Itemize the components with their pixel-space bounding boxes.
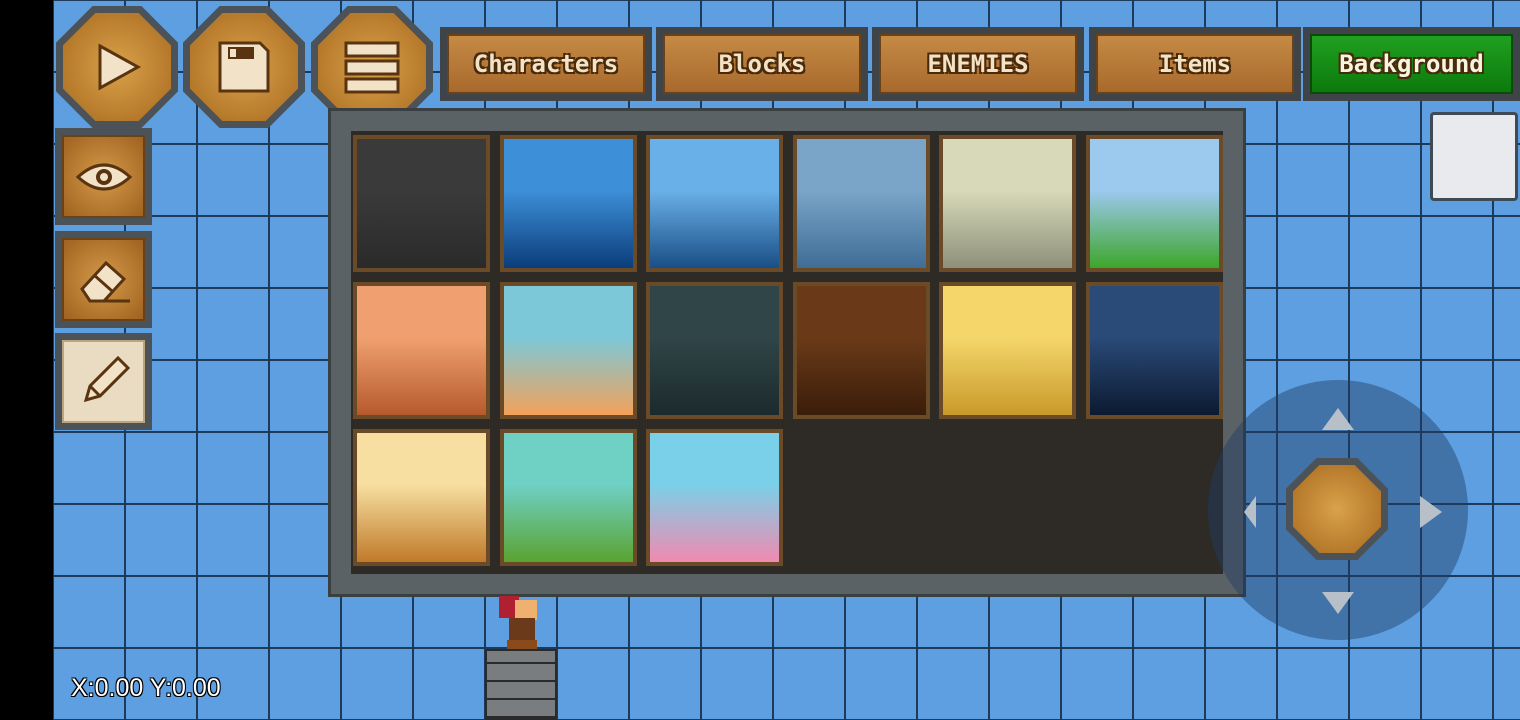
background-thumb-brown-moon-forest[interactable]: [792, 282, 930, 419]
background-picker-panel: [328, 108, 1246, 597]
eye-icon: [75, 163, 132, 190]
view-tool-button[interactable]: [55, 128, 152, 225]
menu-icon: [344, 41, 400, 94]
background-image: [503, 433, 633, 562]
background-thumb-blue-cave[interactable]: [1086, 282, 1223, 419]
background-thumb-green-meadow[interactable]: [1086, 135, 1223, 272]
background-image: [650, 433, 780, 562]
joystick[interactable]: [1208, 380, 1468, 640]
pencil-icon: [83, 355, 130, 402]
background-image: [650, 139, 780, 268]
background-image: [943, 286, 1073, 415]
background-image: [943, 139, 1073, 268]
arrow-down-icon[interactable]: [1322, 592, 1354, 614]
background-thumb-green-hills[interactable]: [499, 429, 637, 566]
eraser-icon: [79, 260, 130, 302]
tab-characters[interactable]: Characters: [440, 27, 652, 101]
background-thumb-dead-trees[interactable]: [939, 135, 1077, 272]
stone-block[interactable]: [485, 649, 557, 720]
tab-blocks[interactable]: Blocks: [656, 27, 868, 101]
tab-items[interactable]: Items: [1089, 27, 1301, 101]
arrow-right-icon[interactable]: [1420, 496, 1442, 528]
player-character[interactable]: [493, 596, 549, 650]
cursor-coordinates: X:0.00 Y:0.00: [71, 674, 221, 702]
arrow-up-icon[interactable]: [1322, 408, 1354, 430]
background-image: [357, 286, 486, 415]
background-image: [650, 286, 780, 415]
background-thumb-desert-canyon[interactable]: [353, 282, 490, 419]
arrow-left-icon[interactable]: [1244, 496, 1256, 528]
background-thumb-night-moon-forest[interactable]: [646, 282, 784, 419]
play-icon: [98, 43, 142, 91]
background-thumb-blue-forest[interactable]: [792, 135, 930, 272]
background-thumb-iceberg[interactable]: [646, 135, 784, 272]
background-image: [796, 139, 926, 268]
background-thumb-sunset-mesa[interactable]: [353, 429, 490, 566]
background-image: [357, 139, 486, 268]
background-thumb-sun-desert[interactable]: [939, 282, 1077, 419]
joystick-knob[interactable]: [1286, 458, 1388, 560]
background-thumb-mountain-lake[interactable]: [499, 282, 637, 419]
tab-enemies[interactable]: ENEMIES: [872, 27, 1084, 101]
background-image: [357, 433, 486, 562]
play-button[interactable]: [56, 6, 178, 128]
pencil-tool-button[interactable]: [55, 333, 152, 430]
background-preview[interactable]: [1430, 112, 1518, 201]
background-image: [503, 139, 633, 268]
background-image: [1090, 286, 1219, 415]
eraser-tool-button[interactable]: [55, 231, 152, 328]
background-thumb-ice-sea[interactable]: [499, 135, 637, 272]
background-image: [503, 286, 633, 415]
background-thumb-candy-land[interactable]: [646, 429, 784, 566]
background-thumb-stone-wall[interactable]: [353, 135, 490, 272]
background-image: [1090, 139, 1219, 268]
save-icon: [218, 41, 270, 93]
background-image: [796, 286, 926, 415]
tab-background[interactable]: Background: [1303, 27, 1520, 101]
